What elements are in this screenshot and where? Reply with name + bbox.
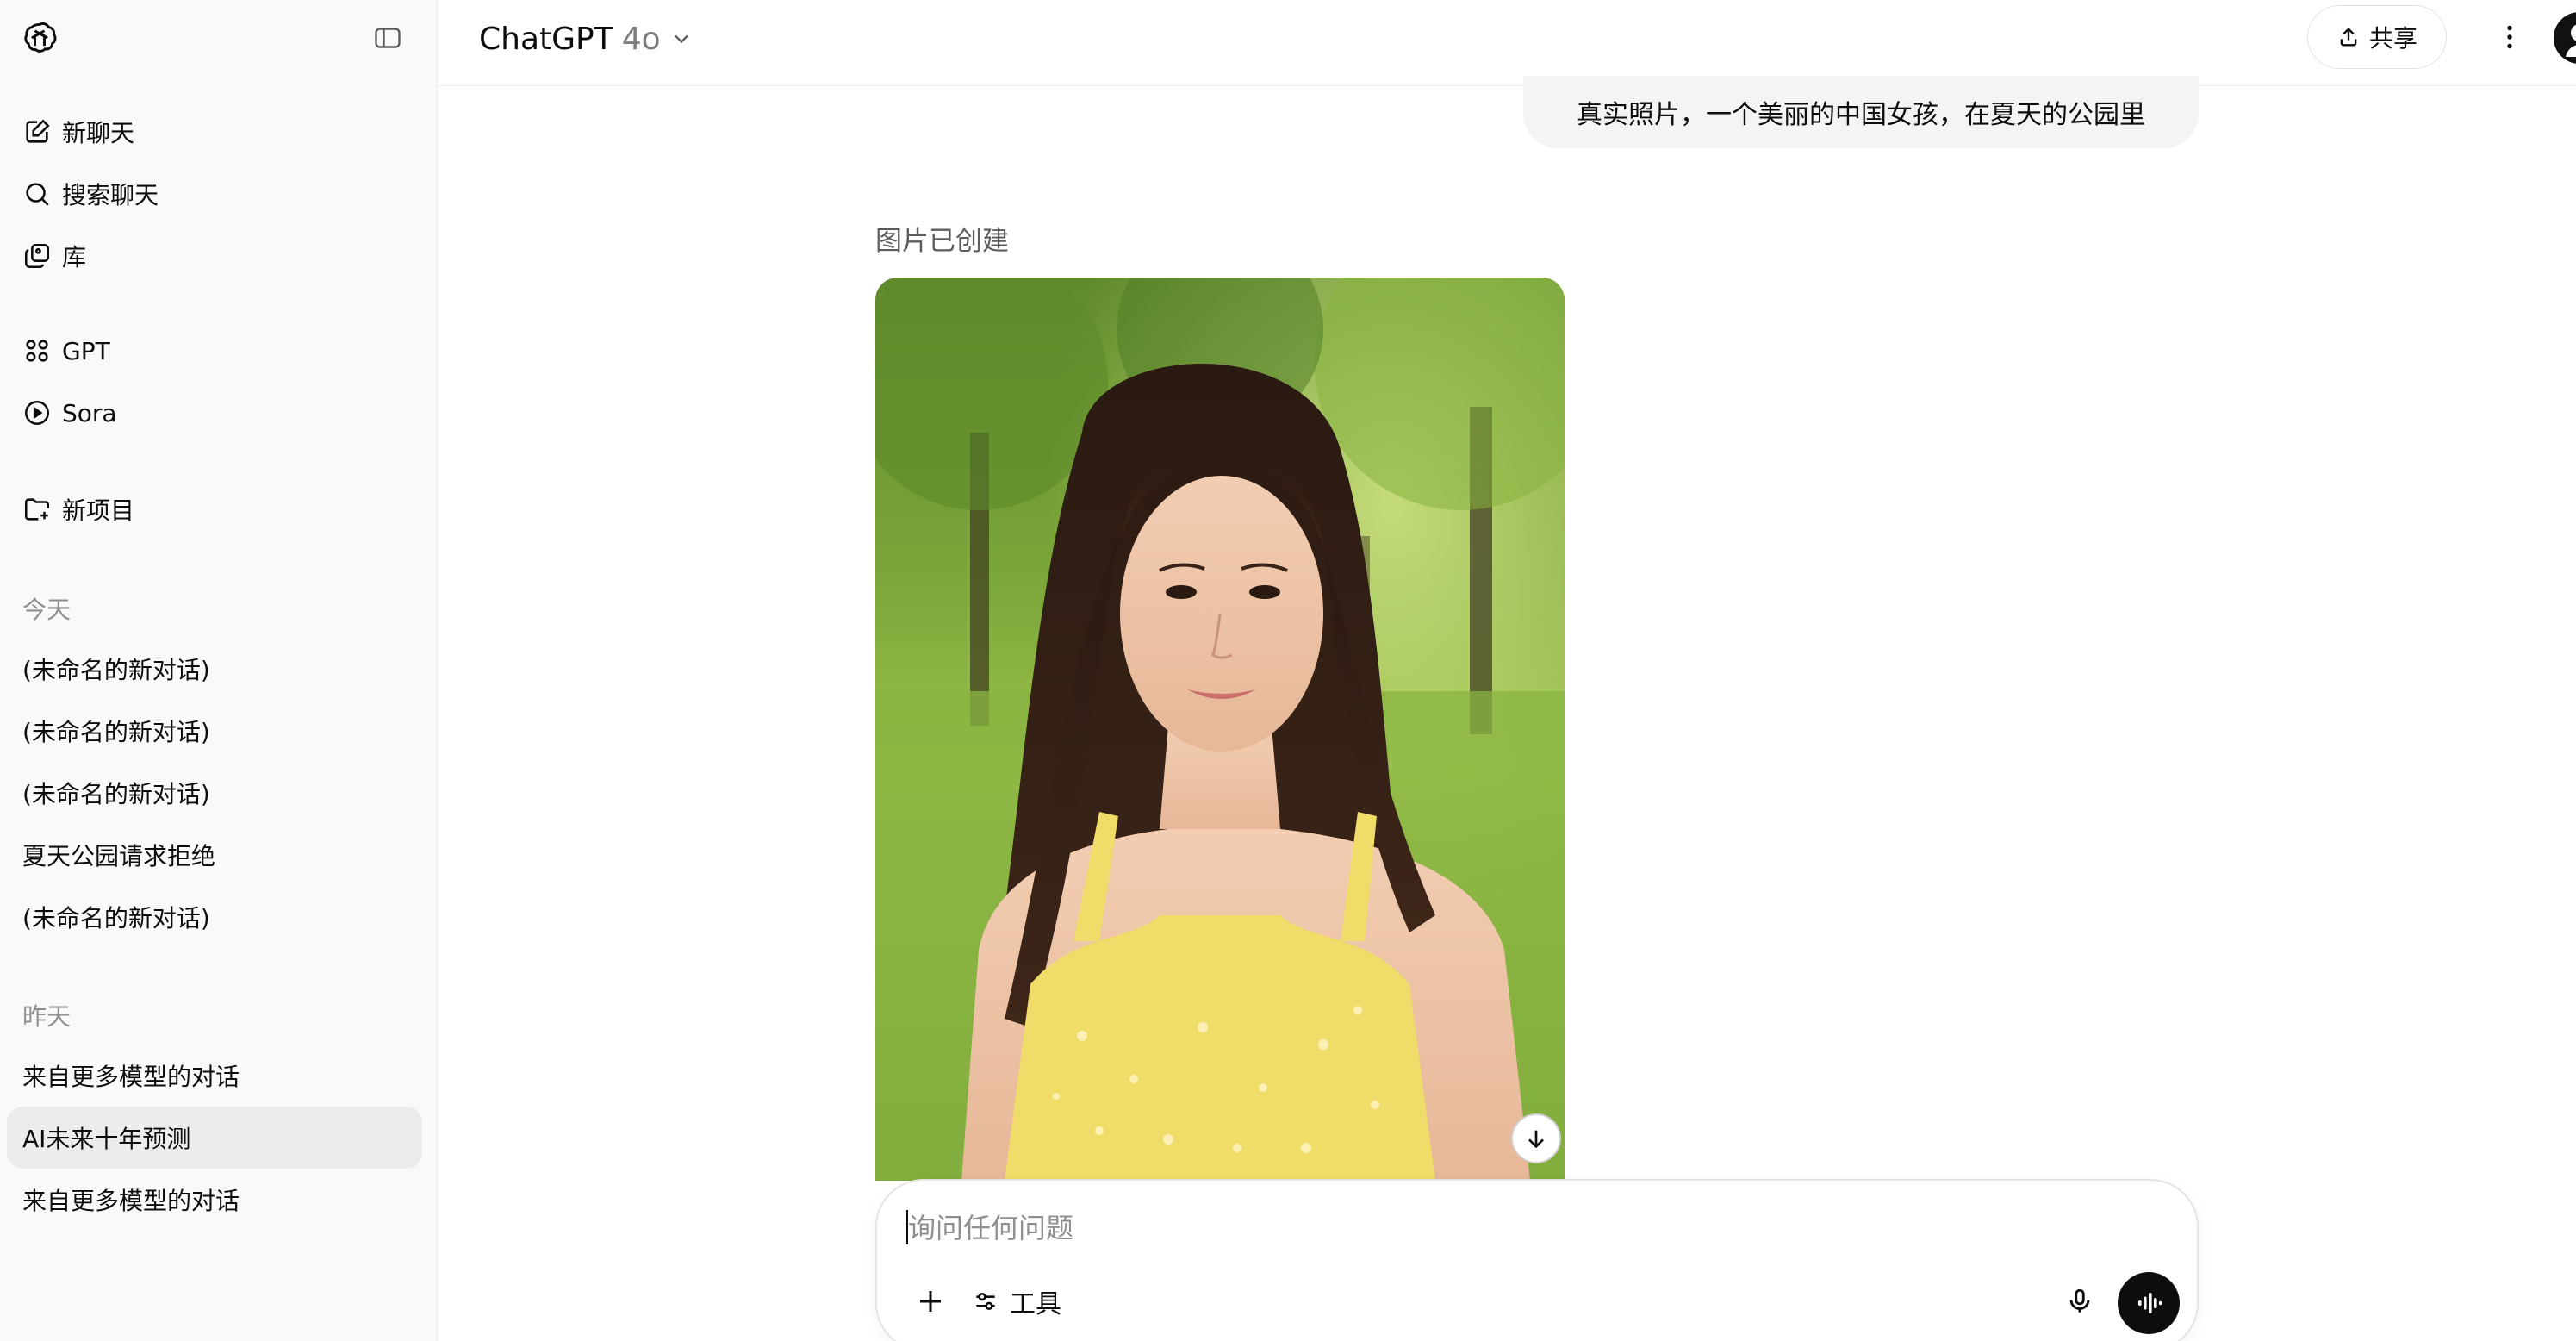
voice-mode-button[interactable] [2118,1272,2180,1334]
download-image-button[interactable] [1511,1113,1561,1163]
add-attachment-button[interactable] [906,1277,955,1325]
chevron-down-icon [674,34,688,44]
nav-label: 新项目 [62,496,135,525]
user-message-bubble: 真实照片，一个美丽的中国女孩，在夏天的公园里 [1523,76,2199,148]
nav-label: 新聊天 [62,119,135,147]
more-options-icon[interactable] [2488,16,2531,59]
nav-label: GPT [62,336,110,365]
tools-label: 工具 [1010,1289,1061,1319]
top-bar: ChatGPT 4o 共享 [438,0,2576,86]
nav-label: 搜索聊天 [62,181,159,209]
upload-icon [2340,28,2357,47]
section-label-today: 今天 [22,596,72,624]
library-icon [24,243,50,269]
image-created-label: 图片已创建 [875,226,1009,257]
chat-history-item[interactable]: 夏天公园请求拒绝 [7,824,422,886]
model-selector[interactable]: ChatGPT 4o [479,17,694,60]
arrow-down-icon [1528,1130,1544,1149]
waveform-icon [2138,1293,2162,1313]
edit-icon [26,119,50,143]
share-button[interactable]: 共享 [2307,5,2447,69]
chat-history-item[interactable]: (未命名的新对话) [7,762,422,824]
library-button[interactable]: 库 [7,229,422,283]
sidebar-toggle-icon[interactable] [369,19,407,57]
chat-history-item[interactable]: (未命名的新对话) [7,638,422,700]
search-icon [26,183,49,206]
new-chat-button[interactable]: 新聊天 [7,105,422,159]
prompt-input[interactable] [908,1207,2114,1250]
nav-label: Sora [62,398,117,427]
chat-history-item[interactable]: (未命名的新对话) [7,700,422,762]
avatar[interactable] [2554,12,2576,64]
section-label-yesterday: 昨天 [22,1002,72,1031]
microphone-icon [2069,1288,2090,1313]
chat-history-item[interactable]: 来自更多模型的对话 [7,1169,422,1231]
sora-button[interactable]: Sora [7,386,422,440]
new-project-button[interactable]: 新项目 [7,483,422,536]
gpt-button[interactable]: GPT [7,324,422,377]
user-message-text: 真实照片，一个美丽的中国女孩，在夏天的公园里 [1577,100,2145,130]
message-composer: 工具 [875,1179,2199,1341]
folder-plus-icon [24,498,50,521]
sliders-icon [976,1293,995,1310]
generated-image[interactable] [875,278,1565,1181]
grid-icon [26,340,48,362]
play-circle-icon [24,400,50,426]
chat-history-item[interactable]: (未命名的新对话) [7,886,422,948]
model-version: 4o [621,21,661,57]
model-name: ChatGPT [479,21,613,57]
chat-history-item-active[interactable]: AI未来十年预测 [7,1107,422,1169]
nav-label: 库 [62,243,87,271]
dictate-button[interactable] [2056,1277,2104,1325]
chat-history-item[interactable]: 来自更多模型的对话 [7,1045,422,1107]
search-chats-button[interactable]: 搜索聊天 [7,167,422,221]
openai-logo-icon[interactable] [21,19,59,57]
tools-button[interactable]: 工具 [972,1277,1061,1325]
share-label: 共享 [2368,24,2417,53]
sidebar: 新聊天 搜索聊天 库 GPT Sora 新项目 今天 (未命名的新对话) (未命… [0,0,438,1341]
plus-icon [920,1291,941,1312]
